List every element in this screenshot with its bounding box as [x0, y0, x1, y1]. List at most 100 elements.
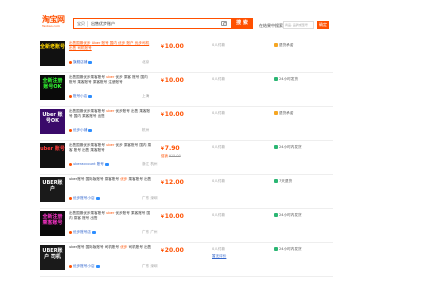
shop-link[interactable]: 优步账号店: [69, 230, 96, 235]
chat-icon[interactable]: [88, 128, 93, 132]
clock-icon: [274, 145, 278, 149]
search-within-label: 在结果中搜索: [259, 23, 283, 28]
product-thumbnail[interactable]: uber 账号: [40, 143, 65, 168]
product-thumbnail[interactable]: 全新老账号: [40, 41, 65, 66]
shop-name: 优步账号店: [73, 230, 91, 234]
shop-name: 优步小铺: [73, 128, 88, 132]
search-type-select[interactable]: 宝贝: [77, 20, 88, 27]
service-guarantee: 24小时内发货: [274, 247, 302, 252]
result-row[interactable]: 全新老账号 出售国服优步 Uber 账号 国内 优步 账户 优步司机 出售 司机账…: [40, 40, 333, 73]
shop-link[interactable]: 优步账号小店: [69, 264, 100, 269]
taobao-logo[interactable]: 淘宝网 Taobao.com: [42, 15, 65, 29]
result-row[interactable]: 全新注册 账号OK 出售国服优步乘客账号 uber 优步 乘客 账号 国内 账号 …: [40, 74, 333, 107]
product-thumbnail[interactable]: UBER账户 司机: [40, 245, 65, 270]
shop-icon: [69, 264, 72, 268]
product-title-link[interactable]: 出售国服优步乘客账号 uber 优步 乘客账号 国内 乘客 账号 出售 乘客账号: [69, 143, 152, 153]
price-value: 7.90: [164, 145, 180, 152]
service-guarantee: 24小时内发货: [274, 145, 302, 150]
price-value: 20.00: [164, 247, 184, 254]
shop-link[interactable]: 账号小店: [69, 94, 93, 99]
search-input[interactable]: 出售优步账户: [91, 20, 115, 27]
service-label: 24小时内发货: [279, 213, 302, 217]
result-row[interactable]: 全新注册 乘客账号 出售国服优步乘客账号 uber 优步账号 乘客账号 国内 乘客…: [40, 210, 333, 243]
price-value: 10.00: [164, 77, 184, 84]
location: 浙江 杭州: [142, 162, 158, 166]
title-text: 出售国服优步乘客账号: [69, 109, 107, 113]
chat-icon[interactable]: [88, 94, 93, 98]
currency-symbol: ¥: [161, 146, 164, 151]
title-text: 出售国服优步乘客账号: [69, 75, 107, 79]
result-row[interactable]: Uber 账号OK 出售国服优步乘客账号 uber 优步账号 出售 乘客账号 国内…: [40, 108, 333, 141]
shop-link[interactable]: 优步小铺: [69, 128, 93, 133]
product-thumbnail[interactable]: 全新注册 乘客账号: [40, 211, 65, 236]
reviews-link[interactable]: 暂无评价: [212, 254, 226, 259]
search-within-input[interactable]: 商品, 品牌或型号: [283, 21, 314, 29]
service-label: 退货承诺: [279, 43, 294, 47]
service-guarantee: 7天退货: [274, 179, 292, 184]
product-title-link[interactable]: uber账号 国际版账号 乘客账号 优步 乘客账号 出售: [69, 177, 152, 182]
thumbnail-text: uber 账号: [40, 146, 65, 152]
price: ¥7.90: [161, 145, 180, 152]
service-guarantee: 24小时发货: [274, 77, 298, 82]
chat-icon[interactable]: [104, 162, 109, 166]
currency-symbol: ¥: [161, 44, 164, 49]
location: 广东 深圳: [142, 264, 158, 268]
product-thumbnail[interactable]: UBER账户: [40, 177, 65, 202]
price-value: 12.00: [164, 179, 184, 186]
sales-count: 0人付款: [212, 247, 226, 251]
thumbnail-text: UBER账户 司机: [42, 248, 63, 260]
chat-icon[interactable]: [91, 230, 96, 234]
shop-link[interactable]: uberaccount 账号: [69, 162, 109, 167]
service-guarantee: 24小时内发货: [274, 213, 302, 218]
title-text: 出售国服优步乘客账号: [69, 143, 107, 147]
location: 北京: [142, 60, 150, 64]
chat-icon[interactable]: [95, 196, 100, 200]
product-thumbnail[interactable]: Uber 账号OK: [40, 109, 65, 134]
price-value: 10.00: [164, 213, 184, 220]
clock-icon: [274, 77, 278, 81]
shop-name: 优步账号小店: [73, 196, 95, 200]
product-title-link[interactable]: 出售国服优步乘客账号 uber 优步账号 出售 乘客账号 国内 乘客账号 出售: [69, 109, 152, 119]
search-button[interactable]: 搜 索: [231, 18, 253, 29]
price: ¥10.00: [161, 111, 184, 118]
service-guarantee: 退货承诺: [274, 111, 293, 116]
camera-icon[interactable]: [221, 21, 227, 26]
thumbnail-text: 全新注册 账号OK: [42, 78, 63, 90]
shop-icon: [69, 128, 72, 132]
search-within-confirm-button[interactable]: 确定: [317, 21, 329, 29]
product-title-link[interactable]: 出售国服优步 Uber 账号 国内 优步 账户 优步司机 出售 司机账号: [69, 41, 152, 51]
shop-link[interactable]: 旗舰店铺: [69, 60, 93, 65]
sales-count: 0人付款: [212, 179, 226, 183]
title-text: uber账号 国际版账号 司机账号: [69, 245, 121, 249]
product-title-link[interactable]: 出售国服优步乘客账号 uber 优步 乘客 账号 国内 账号 乘客账号 乘客账号…: [69, 75, 152, 85]
price: ¥10.00: [161, 77, 184, 84]
result-row[interactable]: UBER账户 司机 uber账号 国际版账号 司机账号 优步 司机账号 出售 优步账…: [40, 244, 333, 277]
location: 广东 广州: [142, 230, 158, 234]
result-row[interactable]: UBER账户 uber账号 国际版账号 乘客账号 优步 乘客账号 出售优步账号小店…: [40, 176, 333, 209]
shop-icon: [69, 196, 72, 200]
shop-icon: [69, 230, 72, 234]
clock-icon: [274, 247, 278, 251]
currency-symbol: ¥: [161, 78, 164, 83]
seven-icon: [274, 179, 278, 183]
chat-icon[interactable]: [95, 264, 100, 268]
product-thumbnail[interactable]: 全新注册 账号OK: [40, 75, 65, 100]
original-price: ¥15.00: [168, 154, 181, 158]
location: 上海: [142, 94, 150, 98]
shop-link[interactable]: 优步账号小店: [69, 196, 100, 201]
currency-symbol: ¥: [161, 214, 164, 219]
product-title-link[interactable]: 出售国服优步乘客账号 uber 优步账号 乘客账号 国内 乘客 账号 出售: [69, 211, 152, 221]
price: ¥20.00: [161, 247, 184, 254]
search-bar: 宝贝 出售优步账户 搜 索: [73, 18, 253, 29]
service-label: 24小时内发货: [279, 247, 302, 251]
price: ¥12.00: [161, 179, 184, 186]
product-title-link[interactable]: uber账号 国际版账号 司机账号 优步 司机账号 出售: [69, 245, 152, 250]
service-label: 24小时发货: [279, 77, 298, 81]
sales-count: 0人付款: [212, 145, 226, 149]
result-row[interactable]: uber 账号 出售国服优步乘客账号 uber 优步 乘客账号 国内 乘客 账号 …: [40, 142, 333, 175]
currency-symbol: ¥: [161, 112, 164, 117]
chat-icon[interactable]: [88, 60, 93, 64]
title-text: 乘客账号 出售: [127, 177, 152, 181]
shop-name: uberaccount 账号: [73, 162, 104, 166]
shop-name: 账号小店: [73, 94, 88, 98]
